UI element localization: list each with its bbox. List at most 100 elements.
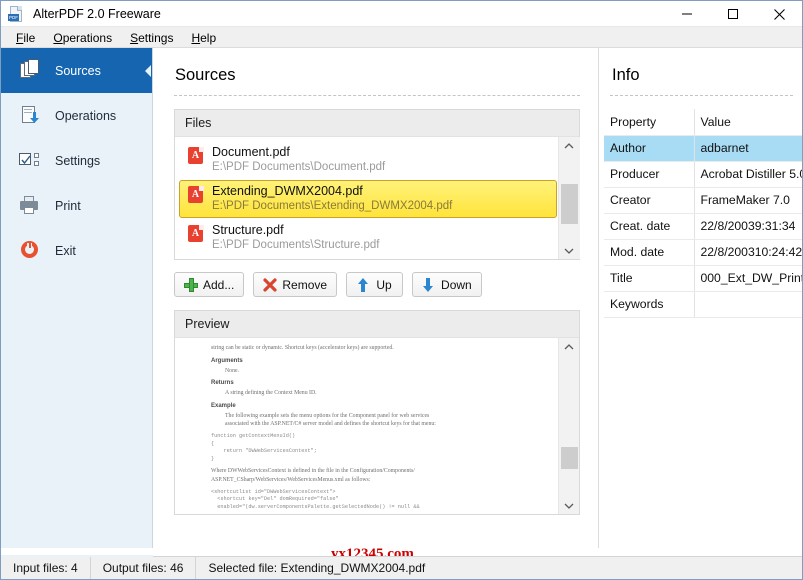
sidebar-item-sources[interactable]: Sources: [1, 48, 152, 93]
status-input-files: Input files: 4: [1, 556, 91, 579]
chevron-up-icon[interactable]: [558, 338, 579, 355]
list-item[interactable]: A Extending_DWMX2004.pdf E:\PDF Document…: [179, 180, 557, 218]
window-controls: [664, 1, 802, 27]
cross-icon: [263, 277, 277, 292]
table-row[interactable]: Keywords: [604, 291, 802, 318]
table-row[interactable]: Mod. date 22/8/200310:24:42: [604, 239, 802, 266]
property-name: Author: [604, 135, 695, 162]
up-button[interactable]: Up: [346, 272, 404, 297]
table-row[interactable]: Author adbarnet: [604, 135, 802, 162]
preview-line: {: [211, 440, 215, 447]
preview-line: Where DWWebServicesContext is defined in…: [211, 468, 415, 475]
title-bar: PDF AlterPDF 2.0 Freeware: [1, 1, 802, 27]
info-table: Property Value Author adbarnet Producer …: [604, 109, 802, 318]
add-button[interactable]: Add...: [174, 272, 245, 297]
minimize-button[interactable]: [664, 1, 710, 27]
sidebar-item-label: Print: [55, 198, 81, 213]
property-name: Title: [604, 265, 695, 292]
power-icon: [19, 239, 43, 263]
status-output-files: Output files: 46: [91, 556, 197, 579]
documents-stack-icon: [19, 58, 43, 83]
pdf-file-icon: A: [188, 147, 204, 164]
pdf-file-icon: A: [188, 225, 204, 242]
table-row[interactable]: Creator FrameMaker 7.0: [604, 187, 802, 214]
preview-line: A string defining the Context Menu ID.: [225, 390, 317, 397]
property-name: Producer: [604, 161, 695, 188]
file-name: Extending_DWMX2004.pdf: [212, 184, 363, 198]
property-value: 22/8/200310:24:42: [694, 239, 802, 266]
preview-line: string can be static or dynamic. Shortcu…: [211, 345, 394, 351]
property-name: Creat. date: [604, 213, 695, 240]
menu-item-settings[interactable]: Settings: [121, 29, 182, 47]
property-value: FrameMaker 7.0: [694, 187, 802, 214]
column-header-value: Value: [694, 109, 802, 136]
list-item[interactable]: A Structure.pdf E:\PDF Documents\Structu…: [179, 219, 557, 257]
down-button[interactable]: Down: [412, 272, 482, 297]
menu-item-file[interactable]: File: [7, 29, 44, 47]
preview-line: function getContextMenuId(): [211, 432, 296, 439]
sidebar-item-print[interactable]: Print: [1, 183, 152, 228]
preview-line: Returns: [211, 380, 234, 387]
status-accent: [1, 555, 153, 557]
status-selected-file: Selected file: Extending_DWMX2004.pdf: [208, 561, 426, 575]
preview-scrollbar-track[interactable]: [558, 355, 579, 497]
chevron-up-icon[interactable]: [558, 137, 580, 154]
files-toolbar: Add... Remove Up Down: [174, 272, 598, 297]
property-value: [694, 291, 802, 318]
preview-line: <shortcutlist id="DWWebServicesContext">: [211, 488, 336, 495]
pdf-document-icon: PDF: [8, 5, 25, 23]
main-content: Sources Files A Document.pdf E:\PDF Docu…: [154, 48, 598, 548]
table-row[interactable]: Title 000_Ext_DW_Print.b: [604, 265, 802, 292]
preview-document[interactable]: string can be static or dynamic. Shortcu…: [175, 338, 557, 514]
info-table-wrapper: Property Value Author adbarnet Producer …: [599, 96, 802, 326]
sidebar-item-operations[interactable]: Operations: [1, 93, 152, 138]
preview-group: Preview string can be static or dynamic.…: [174, 310, 580, 515]
list-item[interactable]: A Document.pdf E:\PDF Documents\Document…: [179, 141, 557, 179]
preview-line: Example: [211, 402, 236, 409]
preview-scrollbar-thumb[interactable]: [560, 447, 578, 469]
pdf-badge-label: PDF: [8, 13, 19, 21]
chevron-left-icon[interactable]: [143, 60, 152, 82]
menu-item-help[interactable]: Help: [182, 29, 225, 47]
file-path: E:\PDF Documents\Document.pdf: [212, 161, 386, 173]
preview-line: <shortcut key="Del" domRequired="false": [211, 496, 339, 503]
property-value: 22/8/20039:31:34: [694, 213, 802, 240]
property-value: Acrobat Distiller 5.0.5: [694, 161, 802, 188]
files-group-header: Files: [175, 110, 579, 137]
remove-button[interactable]: Remove: [253, 272, 338, 297]
file-name: Document.pdf: [212, 145, 290, 159]
close-button[interactable]: [756, 1, 802, 27]
preview-line: return "DWWebServicesContext";: [211, 448, 317, 455]
files-group: Files A Document.pdf E:\PDF Documents\Do…: [174, 109, 580, 260]
files-scrollbar-thumb[interactable]: [560, 184, 578, 224]
maximize-button[interactable]: [710, 1, 756, 27]
property-value: 000_Ext_DW_Print.b: [694, 265, 802, 292]
property-name: Creator: [604, 187, 695, 214]
files-list[interactable]: A Document.pdf E:\PDF Documents\Document…: [175, 137, 557, 259]
sidebar-item-label: Operations: [55, 108, 117, 123]
preview-body: string can be static or dynamic. Shortcu…: [175, 338, 579, 514]
chevron-down-icon[interactable]: [558, 242, 580, 259]
table-row[interactable]: Creat. date 22/8/20039:31:34: [604, 213, 802, 240]
printer-icon: [19, 194, 43, 218]
sidebar-item-exit[interactable]: Exit: [1, 228, 152, 273]
chevron-down-icon[interactable]: [558, 497, 579, 514]
preview-line: The following example sets the menu opti…: [225, 412, 430, 419]
files-scrollbar-track[interactable]: [558, 154, 580, 242]
window-title: AlterPDF 2.0 Freeware: [33, 7, 161, 21]
arrow-down-icon: [422, 277, 436, 292]
preview-scrollbar[interactable]: [558, 338, 579, 514]
remove-button-label: Remove: [282, 277, 328, 292]
pdf-file-icon: A: [188, 186, 204, 203]
menu-bar: File Operations Settings Help: [1, 27, 802, 48]
preview-line: Arguments: [211, 357, 243, 364]
table-row[interactable]: Producer Acrobat Distiller 5.0.5: [604, 161, 802, 188]
column-header-property: Property: [604, 109, 695, 136]
preview-line: ASP.NET_CSharp/WebServices/WebServicesMe…: [211, 476, 371, 483]
sidebar-item-settings[interactable]: Settings: [1, 138, 152, 183]
files-list-body: A Document.pdf E:\PDF Documents\Document…: [175, 137, 580, 259]
property-name: Mod. date: [604, 239, 695, 266]
sidebar: Sources Operations Settings Print Exit: [1, 48, 153, 548]
menu-item-operations[interactable]: Operations: [44, 29, 121, 47]
files-scrollbar[interactable]: [558, 137, 580, 259]
